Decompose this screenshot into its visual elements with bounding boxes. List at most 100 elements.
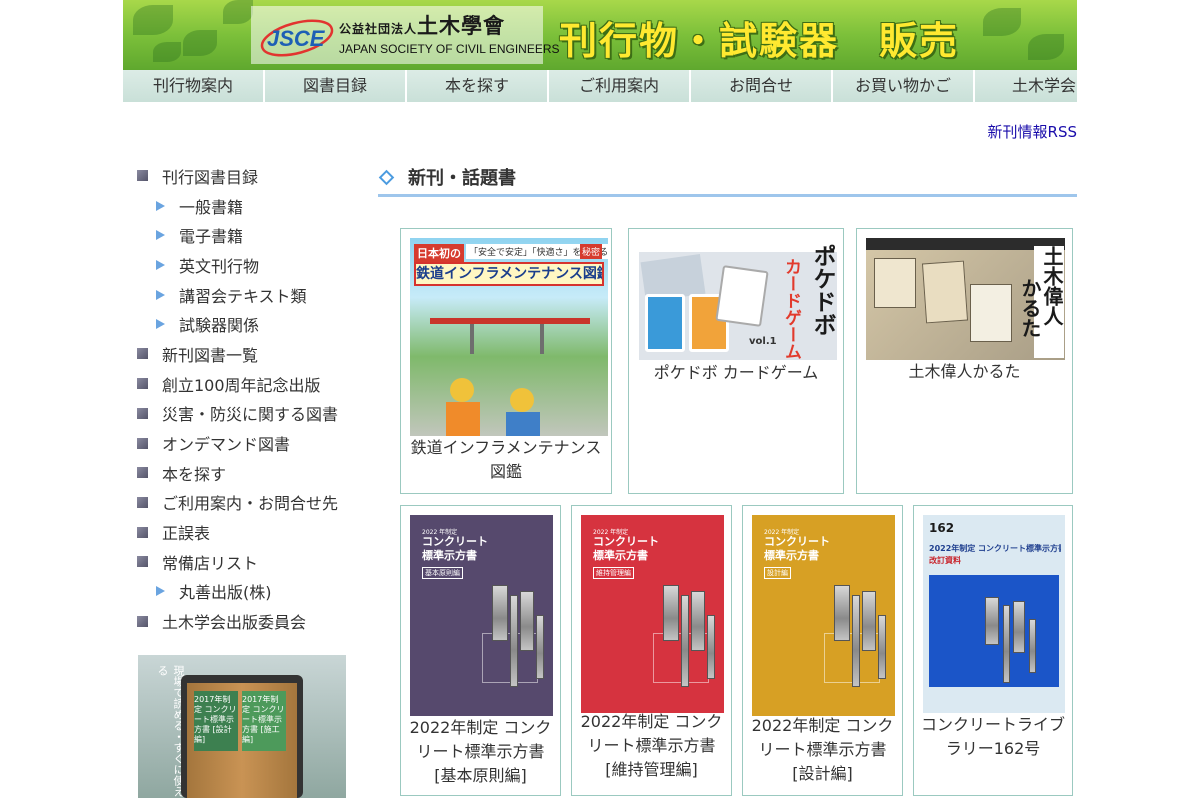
org-main: 土木學會 (417, 14, 506, 38)
main-nav: 刊行物案内 図書目録 本を探す ご利用案内 お問合せ お買い物かご 土木学会 (123, 70, 1077, 102)
book-cover-concrete-maintenance[interactable]: 2022 年制定 コンクリート 標準示方書 維持管理編 (581, 515, 724, 713)
sidebar-item-general-books[interactable]: 一般書籍 (137, 191, 377, 221)
site-banner: JSCE 公益社団法人土木學會 JAPAN SOCIETY OF CIVIL E… (123, 0, 1077, 70)
book-caption: ポケドボ カードゲーム (633, 361, 839, 385)
book-caption: 鉄道インフラメンテナンス 図鑑 (405, 436, 607, 484)
book-caption: 2022年制定 コンク リート標準示方書 [維持管理編] (576, 710, 727, 782)
sidebar-item-stores[interactable]: 常備店リスト (137, 547, 377, 577)
cover-title: 鉄道インフラメンテナンス図鑑 (414, 262, 604, 286)
nav-contact[interactable]: お問合せ (691, 70, 833, 102)
cover-title-line: コンクリート (764, 535, 830, 548)
sidebar-item-label: オンデマンド図書 (162, 435, 291, 455)
sidebar-item-guide-contact[interactable]: ご利用案内・お問合せ先 (137, 488, 377, 518)
caption-line: 図鑑 (489, 462, 522, 481)
book-card-railway[interactable]: 日本初の 「安全で安定」「快適さ」を支える 秘密 鉄道インフラメンテナンス図鑑 … (400, 228, 612, 494)
jsce-logo-icon[interactable]: JSCE (257, 14, 337, 58)
book-cover-railway[interactable]: 日本初の 「安全で安定」「快適さ」を支える 秘密 鉄道インフラメンテナンス図鑑 (410, 238, 608, 436)
book-cover-concrete-library[interactable]: 162 2022年制定 コンクリート標準示方書 改訂資料 (923, 515, 1065, 713)
bullet-square-icon (137, 556, 148, 568)
promo-book2-title: 2017年制定 コンクリート標準示方書 [施工編] (242, 695, 285, 744)
leaf-decoration (983, 8, 1021, 36)
caption-line: 2022年制定 コンク (409, 718, 552, 737)
book-card-concrete-maintenance[interactable]: 2022 年制定 コンクリート 標準示方書 維持管理編 2022年制定 コンク リ… (571, 505, 732, 796)
book-cover-pokedobo[interactable]: ポケドボ カードゲーム vol.1 (639, 238, 837, 360)
sidebar-item-catalog[interactable]: 刊行図書目録 (137, 161, 377, 191)
concrete-pillar (681, 595, 689, 687)
bullet-triangle-icon (156, 586, 165, 597)
sidebar-item-on-demand[interactable]: オンデマンド図書 (137, 428, 377, 458)
book-card-concrete-design[interactable]: 2022 年制定 コンクリート 標準示方書 設計編 2022年制定 コンク リート… (742, 505, 903, 796)
caption-line: リート標準示方書 (587, 736, 716, 755)
cover-title-line: 標準示方書 (422, 549, 477, 562)
concrete-pillar (834, 585, 850, 641)
bullet-triangle-icon (156, 289, 165, 300)
cover-subtitle: 基本原則編 (422, 567, 463, 579)
sidebar-item-label: 災害・防災に関する図書 (162, 405, 339, 425)
sidebar-item-publishing-committee[interactable]: 土木学会出版委員会 (137, 606, 377, 636)
cover-subtitle: 改訂資料 (929, 556, 961, 565)
sidebar-item-label: 本を探す (162, 464, 227, 484)
book-caption: 土木偉人かるた (861, 360, 1068, 384)
book-card-concrete-basic[interactable]: 2022 年制定 コンクリート 標準示方書 基本原則編 2022年制定 コンク リ… (400, 505, 561, 796)
concrete-pillar (707, 615, 715, 679)
sidebar-item-test-equipment[interactable]: 試験器関係 (137, 309, 377, 339)
org-name: 公益社団法人土木學會 (339, 10, 505, 40)
nav-catalog[interactable]: 図書目録 (265, 70, 407, 102)
sidebar-item-english[interactable]: 英文刊行物 (137, 250, 377, 280)
bullet-square-icon (137, 467, 148, 479)
cover-title: コンクリート 標準示方書 (593, 535, 659, 563)
cover-portrait-card (874, 258, 916, 308)
bullet-square-icon (137, 378, 148, 390)
cover-number: 162 (929, 521, 955, 535)
book-cover-concrete-basic[interactable]: 2022 年制定 コンクリート 標準示方書 基本原則編 (410, 515, 553, 716)
sidebar-item-search[interactable]: 本を探す (137, 458, 377, 488)
book-card-karuta[interactable]: 土木偉人 かるた 土木偉人かるた (856, 228, 1073, 494)
cover-vertical-title: ポケドボ (809, 244, 835, 336)
helmet-graphic (510, 388, 534, 412)
sidebar-item-ebooks[interactable]: 電子書籍 (137, 220, 377, 250)
sidebar-item-disaster[interactable]: 災害・防災に関する図書 (137, 399, 377, 429)
bullet-square-icon (137, 496, 148, 508)
caption-line: ラリー162号 (945, 739, 1041, 758)
sidebar-item-new-books[interactable]: 新刊図書一覧 (137, 339, 377, 369)
sidebar-item-label: 丸善出版(株) (179, 583, 272, 603)
rss-link[interactable]: 新刊情報RSS (988, 121, 1077, 142)
concrete-pillar (510, 595, 518, 687)
caption-line: リート標準示方書 (416, 742, 545, 761)
nav-publications[interactable]: 刊行物案内 (123, 70, 265, 102)
caption-line: ポケドボ カードゲーム (653, 363, 819, 382)
sidebar-item-maruzen[interactable]: 丸善出版(株) (137, 577, 377, 607)
bullet-square-icon (137, 526, 148, 538)
concrete-pillar (1013, 601, 1025, 653)
caption-line: 土木偉人かるた (908, 362, 1021, 381)
sidebar-item-label: 創立100周年記念出版 (162, 375, 321, 395)
bullet-square-icon (137, 437, 148, 449)
sidebar-item-seminar-texts[interactable]: 講習会テキスト類 (137, 280, 377, 310)
concrete-pillar (862, 591, 876, 651)
sidebar-item-errata[interactable]: 正誤表 (137, 517, 377, 547)
concrete-pillar (852, 595, 860, 687)
concrete-pillar (691, 591, 705, 651)
concrete-pillar (492, 585, 508, 641)
book-cover-concrete-design[interactable]: 2022 年制定 コンクリート 標準示方書 設計編 (752, 515, 895, 716)
nav-search-books[interactable]: 本を探す (407, 70, 549, 102)
cover-subtitle: 設計編 (764, 567, 791, 579)
bullet-triangle-icon (156, 200, 165, 211)
sidebar-item-label: 電子書籍 (179, 227, 244, 247)
nav-cart[interactable]: お買い物かご (833, 70, 975, 102)
promo-banner[interactable]: 現場で読める・すぐに使える 2017年制定 コンクリート標準示方書 [設計編] … (138, 655, 346, 798)
nav-usage-guide[interactable]: ご利用案内 (549, 70, 691, 102)
bullet-triangle-icon (156, 259, 165, 270)
caption-line: 鉄道インフラメンテナンス (410, 438, 602, 457)
book-cover-karuta[interactable]: 土木偉人 かるた (866, 238, 1065, 360)
sidebar: 刊行図書目録 一般書籍 電子書籍 英文刊行物 講習会テキスト類 試験器関係 新刊… (137, 161, 377, 636)
section-title-text: 新刊・話題書 (408, 168, 516, 189)
sidebar-item-label: 新刊図書一覧 (162, 345, 259, 365)
book-card-concrete-library[interactable]: 162 2022年制定 コンクリート標準示方書 改訂資料 コンクリートライブ ラ… (913, 505, 1073, 796)
caption-line: コンクリートライブ (920, 715, 1065, 734)
leaf-decoration (223, 0, 253, 24)
nav-jsce[interactable]: 土木学会 (975, 70, 1077, 102)
sidebar-item-100th-anniversary[interactable]: 創立100周年記念出版 (137, 369, 377, 399)
cover-title: コンクリート 標準示方書 (422, 535, 488, 563)
book-card-pokedobo[interactable]: ポケドボ カードゲーム vol.1 ポケドボ カードゲーム (628, 228, 844, 494)
